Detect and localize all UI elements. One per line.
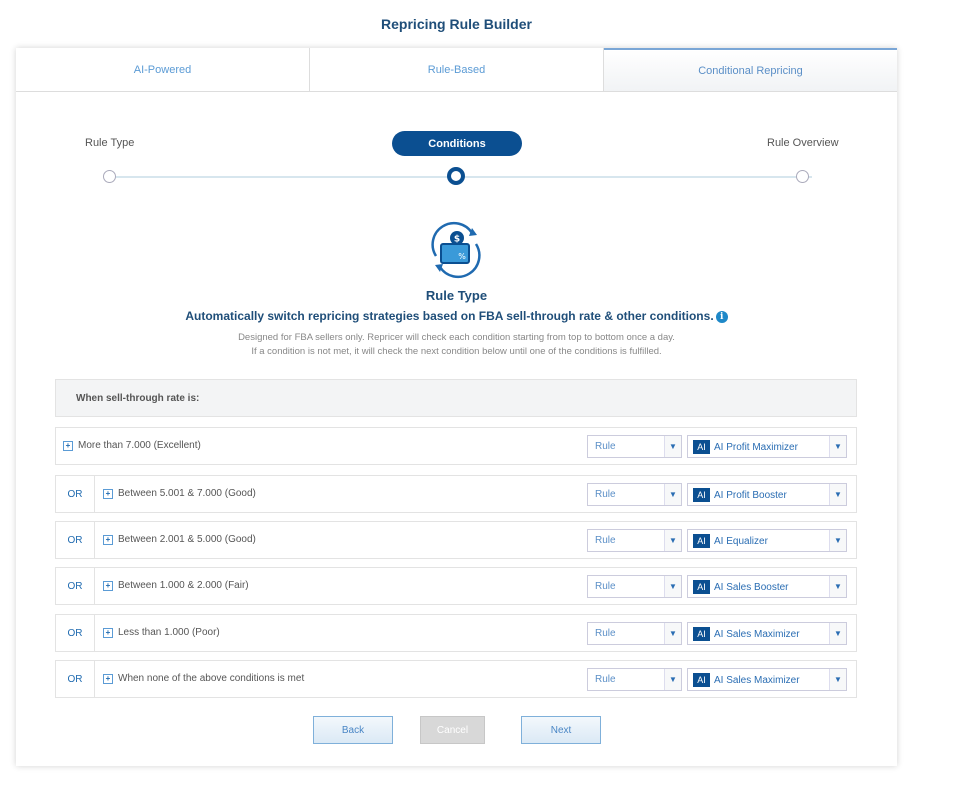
rule-builder-card: AI-Powered Rule-Based Conditional Repric… [16, 48, 897, 766]
chevron-down-icon[interactable]: ▼ [664, 484, 681, 505]
step-rule-type-dot [103, 170, 116, 183]
chevron-down-icon[interactable]: ▼ [829, 623, 846, 644]
cancel-button[interactable]: Cancel [420, 716, 485, 744]
tab-conditional-repricing[interactable]: Conditional Repricing [604, 48, 897, 91]
action-buttons: Back Cancel Next [16, 716, 897, 746]
svg-text:%: % [458, 252, 466, 261]
repricing-cycle-icon: $ % [431, 221, 481, 279]
or-label: OR [56, 661, 95, 697]
chevron-down-icon[interactable]: ▼ [829, 669, 846, 690]
condition-label: Less than 1.000 (Poor) [118, 627, 220, 638]
tab-ai-powered[interactable]: AI-Powered [16, 48, 310, 91]
chevron-down-icon[interactable]: ▼ [829, 530, 846, 551]
ai-badge: AI [693, 534, 710, 548]
description-line-1: Designed for FBA sellers only. Repricer … [238, 332, 675, 343]
condition-row: OR + When none of the above conditions i… [55, 660, 857, 698]
strategy-select[interactable]: AI AI Sales Booster ▼ [687, 575, 847, 598]
or-label: OR [56, 568, 95, 604]
rule-type-subtitle-text: Automatically switch repricing strategie… [185, 309, 714, 323]
rule-select-value: Rule [595, 441, 616, 452]
tab-bar: AI-Powered Rule-Based Conditional Repric… [16, 48, 897, 92]
rule-select[interactable]: Rule ▼ [587, 668, 682, 691]
expand-plus-icon[interactable]: + [103, 535, 113, 545]
expand-plus-icon[interactable]: + [103, 581, 113, 591]
chevron-down-icon[interactable]: ▼ [829, 576, 846, 597]
next-button[interactable]: Next [521, 716, 601, 744]
strategy-select[interactable]: AI AI Sales Maximizer ▼ [687, 668, 847, 691]
rule-select[interactable]: Rule ▼ [587, 435, 682, 458]
rule-select[interactable]: Rule ▼ [587, 575, 682, 598]
step-rule-overview-label: Rule Overview [767, 137, 839, 149]
condition-row: OR + Between 2.001 & 5.000 (Good) Rule ▼ … [55, 521, 857, 559]
condition-row: OR + Between 5.001 & 7.000 (Good) Rule ▼ … [55, 475, 857, 513]
condition-row: OR + Between 1.000 & 2.000 (Fair) Rule ▼ … [55, 567, 857, 605]
step-conditions-dot [447, 167, 465, 185]
ai-badge: AI [693, 488, 710, 502]
strategy-select-value: AI Profit Booster [714, 490, 787, 501]
description-line-2: If a condition is not met, it will check… [251, 346, 662, 357]
or-label: OR [56, 522, 95, 558]
rule-type-subtitle: Automatically switch repricing strategie… [16, 309, 897, 323]
strategy-select-value: AI Sales Maximizer [714, 629, 800, 640]
condition-label: When none of the above conditions is met [118, 673, 305, 684]
rule-select-value: Rule [595, 628, 616, 639]
tab-rule-based[interactable]: Rule-Based [310, 48, 604, 91]
svg-text:$: $ [454, 235, 460, 245]
chevron-down-icon[interactable]: ▼ [664, 669, 681, 690]
chevron-down-icon[interactable]: ▼ [829, 436, 846, 457]
strategy-select-value: AI Sales Booster [714, 582, 789, 593]
conditions-header: When sell-through rate is: [55, 379, 857, 417]
chevron-down-icon[interactable]: ▼ [829, 484, 846, 505]
or-label: OR [56, 615, 95, 651]
step-progress: Rule Type Conditions Rule Overview [16, 128, 897, 188]
rule-select[interactable]: Rule ▼ [587, 483, 682, 506]
rule-select-value: Rule [595, 535, 616, 546]
rule-select[interactable]: Rule ▼ [587, 622, 682, 645]
strategy-select[interactable]: AI AI Profit Booster ▼ [687, 483, 847, 506]
strategy-select[interactable]: AI AI Sales Maximizer ▼ [687, 622, 847, 645]
expand-plus-icon[interactable]: + [103, 489, 113, 499]
rule-type-title: Rule Type [425, 288, 488, 303]
ai-badge: AI [693, 673, 710, 687]
strategy-select[interactable]: AI AI Equalizer ▼ [687, 529, 847, 552]
ai-badge: AI [693, 440, 710, 454]
info-icon[interactable]: i [715, 310, 728, 323]
rule-select[interactable]: Rule ▼ [587, 529, 682, 552]
condition-row: + More than 7.000 (Excellent) Rule ▼ AI AI… [55, 427, 857, 465]
strategy-select-value: AI Profit Maximizer [714, 442, 798, 453]
rule-select-value: Rule [595, 489, 616, 500]
step-rule-type-label: Rule Type [85, 137, 135, 149]
condition-label: Between 5.001 & 7.000 (Good) [118, 488, 256, 499]
strategy-select-value: AI Sales Maximizer [714, 675, 800, 686]
condition-label: More than 7.000 (Excellent) [78, 440, 201, 451]
condition-label: Between 1.000 & 2.000 (Fair) [118, 580, 249, 591]
strategy-select[interactable]: AI AI Profit Maximizer ▼ [687, 435, 847, 458]
chevron-down-icon[interactable]: ▼ [664, 576, 681, 597]
rule-select-value: Rule [595, 581, 616, 592]
rule-select-value: Rule [595, 674, 616, 685]
condition-label: Between 2.001 & 5.000 (Good) [118, 534, 256, 545]
back-button[interactable]: Back [313, 716, 393, 744]
ai-badge: AI [693, 580, 710, 594]
expand-plus-icon[interactable]: + [103, 674, 113, 684]
chevron-down-icon[interactable]: ▼ [664, 530, 681, 551]
step-rule-overview-dot [796, 170, 809, 183]
rule-type-description: Designed for FBA sellers only. Repricer … [16, 331, 897, 359]
page-title: Repricing Rule Builder [381, 16, 532, 32]
expand-plus-icon[interactable]: + [63, 441, 73, 451]
expand-plus-icon[interactable]: + [103, 628, 113, 638]
ai-badge: AI [693, 627, 710, 641]
condition-row: OR + Less than 1.000 (Poor) Rule ▼ AI AI S… [55, 614, 857, 652]
strategy-select-value: AI Equalizer [714, 536, 768, 547]
or-label: OR [56, 476, 95, 512]
chevron-down-icon[interactable]: ▼ [664, 623, 681, 644]
step-conditions-label: Conditions [392, 131, 522, 156]
chevron-down-icon[interactable]: ▼ [664, 436, 681, 457]
